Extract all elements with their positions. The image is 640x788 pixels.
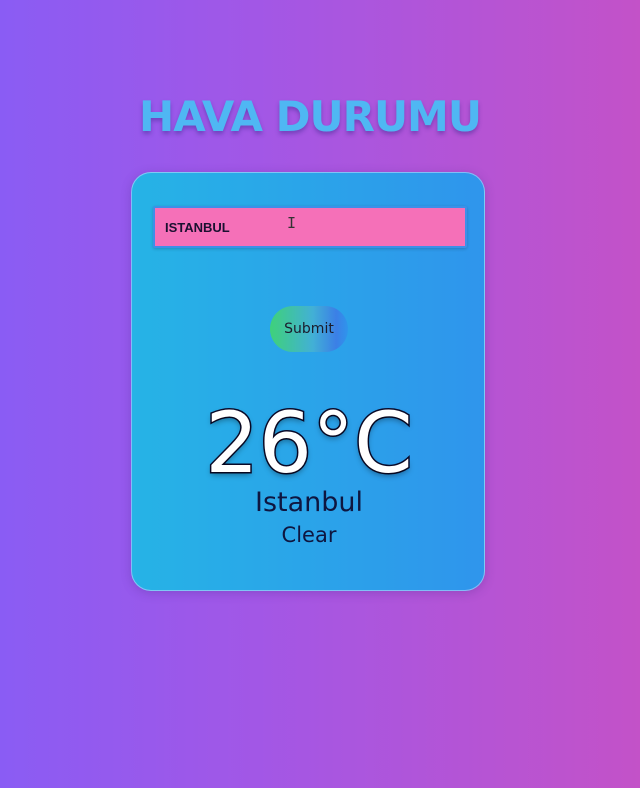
submit-button[interactable]: Submit <box>270 306 348 352</box>
city-name: Istanbul <box>254 487 364 518</box>
weather-condition: Clear <box>281 523 337 547</box>
app-title: HAVA DURUMU <box>139 92 482 141</box>
city-input[interactable] <box>153 206 467 248</box>
temperature-display: 26°C <box>204 393 415 494</box>
weather-card: I Submit 26°C Istanbul Clear <box>131 172 485 591</box>
